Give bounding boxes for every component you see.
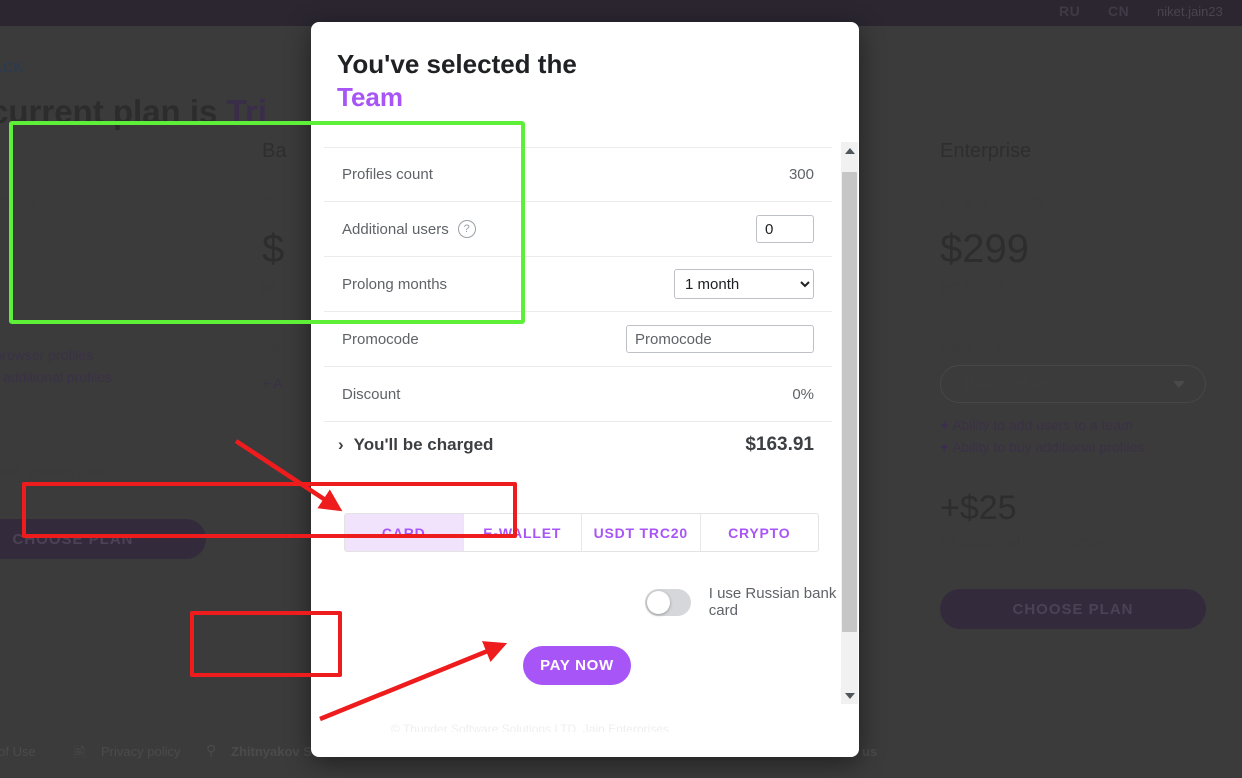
plan-subtitle: For a large team bbox=[940, 193, 1043, 209]
promocode-input[interactable] bbox=[626, 325, 814, 353]
page-title-prefix: r current plan is bbox=[0, 93, 218, 130]
row-label: Profiles count bbox=[342, 166, 433, 183]
row-label: Discount bbox=[342, 385, 401, 403]
tab-crypto[interactable]: CRYPTO bbox=[701, 514, 819, 551]
back-link[interactable]: ACK bbox=[0, 59, 24, 75]
toggle-knob bbox=[647, 590, 670, 614]
document-icon: 🖹 bbox=[74, 744, 86, 760]
row-label: Additional users ? bbox=[342, 220, 476, 238]
account-username[interactable]: niket.jain23 bbox=[1157, 4, 1223, 19]
plan-feature-label: Ability to buy additional profiles bbox=[952, 439, 1145, 455]
total-charged-row[interactable]: › You'll be charged $163.91 bbox=[324, 422, 832, 468]
modal-title: You've selected the Team bbox=[337, 48, 577, 113]
plus-icon: + bbox=[940, 417, 949, 433]
plan-name: Enterprise bbox=[940, 140, 1032, 162]
plan-additional-price: +$25 bbox=[940, 489, 1017, 527]
terms-of-use-link[interactable]: s of Use bbox=[0, 744, 36, 759]
chevron-right-icon[interactable]: › bbox=[338, 435, 344, 455]
profiles-count-select[interactable]: 1000 profiles bbox=[940, 365, 1206, 403]
plan-feature-label: Ability to add users to a team bbox=[952, 417, 1133, 433]
page-title-plan: Tri bbox=[226, 93, 267, 130]
choose-plan-button[interactable]: CHOOSE PLAN bbox=[940, 589, 1206, 629]
order-details-list: Profiles count 300 Additional users ? Pr… bbox=[324, 147, 832, 468]
profiles-count-value: 1000 profiles bbox=[961, 375, 1053, 392]
payment-method-tabs: CARD E-WALLET USDT TRC20 CRYPTO bbox=[344, 513, 819, 552]
plan-feature: lity to buy additional profiles bbox=[0, 369, 112, 385]
scrollbar-thumb[interactable] bbox=[842, 172, 857, 632]
legal-fine-print: © Thunder Software Solutions LTD, Jain E… bbox=[391, 722, 669, 732]
plan-additional-note: for additional team member bbox=[940, 533, 1111, 549]
chevron-down-icon bbox=[1173, 380, 1185, 388]
payment-modal: You've selected the Team Profiles count … bbox=[311, 22, 859, 757]
additional-users-input[interactable] bbox=[756, 215, 814, 243]
plan-save-label: Save up to: bbox=[940, 339, 1011, 355]
plan-card-enterprise[interactable]: Enterprise For a large team $299 per mon… bbox=[940, 140, 1230, 740]
row-profiles-count: Profiles count 300 bbox=[324, 147, 832, 202]
tab-e-wallet[interactable]: E-WALLET bbox=[464, 514, 582, 551]
row-prolong-months: Prolong months 1 month3 months6 months12… bbox=[324, 257, 832, 312]
choose-plan-button[interactable]: CHOOSE PLAN bbox=[0, 519, 206, 559]
pay-now-button[interactable]: PAY NOW bbox=[523, 646, 631, 685]
total-label-group: › You'll be charged bbox=[338, 435, 493, 455]
plan-feature: + Ability to add users to a team bbox=[940, 417, 1230, 433]
lang-ru-link[interactable]: RU bbox=[1059, 3, 1080, 19]
help-icon[interactable]: ? bbox=[457, 220, 476, 238]
modal-scrollbar[interactable] bbox=[841, 142, 858, 704]
modal-title-plan: Team bbox=[337, 81, 403, 112]
row-label: Promocode bbox=[342, 330, 419, 348]
russian-card-label: I use Russian bank card bbox=[708, 585, 837, 619]
row-discount: Discount 0% bbox=[324, 367, 832, 422]
location-pin-icon: ⚲ bbox=[206, 742, 217, 758]
plan-period: onth bbox=[0, 277, 230, 293]
row-promocode: Promocode bbox=[324, 312, 832, 367]
plan-subtitle: with all features bbox=[0, 193, 38, 209]
lang-cn-link[interactable]: CN bbox=[1108, 3, 1129, 19]
russian-card-toggle-row: I use Russian bank card bbox=[645, 585, 859, 619]
row-label: Prolong months bbox=[342, 275, 448, 293]
row-label-text: Additional users bbox=[342, 220, 449, 238]
prolong-months-select[interactable]: 1 month3 months6 months12 months bbox=[674, 269, 814, 299]
total-label: You'll be charged bbox=[353, 435, 494, 454]
row-additional-users: Additional users ? bbox=[324, 202, 832, 257]
plan-price: $ bbox=[0, 229, 230, 269]
plan-additional-price: $10 bbox=[0, 421, 230, 455]
scroll-up-arrow-icon[interactable] bbox=[841, 142, 858, 159]
plan-feature: + Ability to buy additional profiles bbox=[940, 439, 1230, 455]
tab-card[interactable]: CARD bbox=[345, 514, 464, 551]
plus-icon: + bbox=[940, 439, 949, 455]
plan-name: e bbox=[0, 140, 230, 163]
total-value: $163.91 bbox=[745, 434, 814, 455]
plan-card-free[interactable]: e with all features $ onth up to 10 brow… bbox=[0, 140, 230, 740]
plan-additional-note: every 10 add. profiles (max 50) bbox=[0, 463, 133, 479]
tab-usdt-trc20[interactable]: USDT TRC20 bbox=[582, 514, 701, 551]
profiles-count-value: 300 bbox=[788, 166, 814, 183]
plan-feature: up to 10 browser profiles bbox=[0, 347, 94, 363]
company-address-end: us bbox=[862, 744, 878, 759]
company-address: Zhitnyakov So bbox=[231, 744, 320, 759]
scroll-down-arrow-icon[interactable] bbox=[841, 687, 858, 704]
modal-title-line1: You've selected the bbox=[337, 49, 577, 79]
discount-value: 0% bbox=[792, 385, 814, 403]
privacy-policy-link[interactable]: Privacy policy bbox=[101, 744, 180, 759]
plan-period: per month bbox=[940, 277, 1004, 293]
plan-price: $299 bbox=[940, 227, 1029, 271]
russian-card-toggle[interactable] bbox=[645, 588, 691, 616]
